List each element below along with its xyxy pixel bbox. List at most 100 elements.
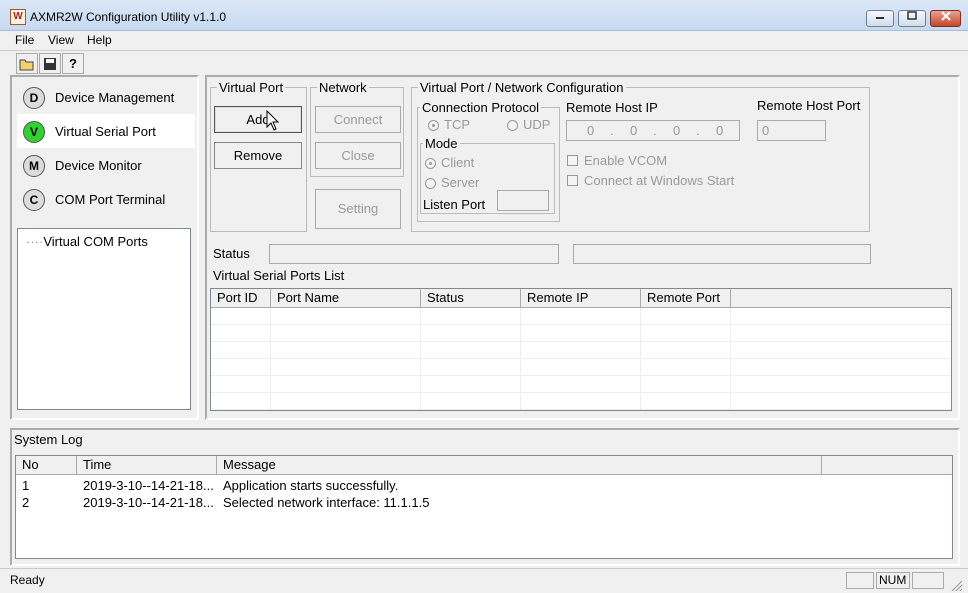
virtual-serial-port-panel: Virtual Port Add Remove Network Connect … bbox=[205, 75, 960, 420]
help-icon: ? bbox=[69, 56, 77, 71]
status-detail-field bbox=[573, 244, 871, 264]
menu-view[interactable]: View bbox=[48, 33, 74, 47]
col-no[interactable]: No bbox=[16, 456, 77, 475]
save-icon bbox=[44, 58, 56, 70]
log-no: 1 bbox=[22, 478, 30, 493]
status-pane-caps bbox=[846, 572, 874, 589]
log-message: Selected network interface: 11.1.1.5 bbox=[223, 495, 430, 510]
setting-button[interactable]: Setting bbox=[315, 189, 401, 229]
udp-label: UDP bbox=[523, 117, 551, 132]
virtual-port-legend: Virtual Port bbox=[219, 80, 284, 95]
client-label: Client bbox=[441, 155, 475, 170]
status-field bbox=[269, 244, 559, 264]
network-legend: Network bbox=[319, 80, 367, 95]
system-log-header: No Time Message bbox=[16, 456, 952, 475]
tree-item-label: Virtual COM Ports bbox=[43, 234, 148, 249]
nav-label: Virtual Serial Port bbox=[55, 124, 156, 139]
remote-host-port-input[interactable]: 0 bbox=[757, 120, 826, 141]
remote-host-ip-input[interactable]: 0 . 0 . 0 . 0 bbox=[566, 120, 740, 141]
remove-button[interactable]: Remove bbox=[214, 142, 302, 169]
maximize-icon bbox=[907, 11, 917, 20]
log-time: 2019-3-10--14-21-18... bbox=[83, 495, 214, 510]
app-icon: W bbox=[10, 9, 26, 25]
server-radio[interactable] bbox=[425, 178, 436, 189]
help-button[interactable]: ? bbox=[62, 53, 84, 74]
nav-label: Device Management bbox=[55, 90, 175, 105]
configuration-legend: Virtual Port / Network Configuration bbox=[420, 80, 624, 95]
tree-item-virtual-com-ports[interactable]: ····Virtual COM Ports bbox=[26, 234, 148, 249]
status-pane-scroll bbox=[912, 572, 944, 589]
com-port-terminal-icon: C bbox=[23, 189, 45, 211]
udp-radio[interactable] bbox=[507, 120, 518, 131]
menu-file[interactable]: File bbox=[15, 33, 34, 47]
system-log-list[interactable]: No Time Message 1 2019-3-10--14-21-18...… bbox=[15, 455, 953, 559]
nav-com-port-terminal[interactable]: C COM Port Terminal bbox=[17, 182, 195, 216]
open-folder-icon bbox=[19, 59, 34, 71]
status-label: Status bbox=[213, 246, 250, 261]
minimize-icon bbox=[876, 17, 884, 19]
ports-list-title: Virtual Serial Ports List bbox=[213, 268, 345, 283]
save-button[interactable] bbox=[39, 53, 61, 74]
ip-octet-3: 0 bbox=[673, 123, 681, 138]
enable-vcom-label: Enable VCOM bbox=[584, 153, 668, 168]
title-bar: W AXMR2W Configuration Utility v1.1.0 bbox=[0, 0, 968, 31]
ip-octet-4: 0 bbox=[716, 123, 724, 138]
left-navigation-panel: D Device Management V Virtual Serial Por… bbox=[10, 75, 199, 420]
device-monitor-icon: M bbox=[23, 155, 45, 177]
status-pane-num: NUM bbox=[876, 572, 910, 589]
menu-bar: File View Help bbox=[0, 31, 968, 50]
tcp-radio[interactable] bbox=[428, 120, 439, 131]
remote-host-port-label: Remote Host Port bbox=[757, 98, 861, 113]
open-button[interactable] bbox=[16, 53, 38, 74]
col-message[interactable]: Message bbox=[217, 456, 822, 475]
virtual-serial-ports-list[interactable]: Port ID Port Name Status Remote IP Remot… bbox=[210, 288, 952, 411]
status-bar-text: Ready bbox=[10, 573, 45, 587]
tcp-label: TCP bbox=[444, 117, 470, 132]
close-button[interactable]: Close bbox=[315, 142, 401, 169]
status-bar: Ready NUM bbox=[0, 568, 968, 593]
close-icon bbox=[940, 11, 951, 21]
log-no: 2 bbox=[22, 495, 30, 510]
listen-port-label: Listen Port bbox=[423, 197, 486, 212]
nav-device-management[interactable]: D Device Management bbox=[17, 80, 195, 114]
add-button[interactable]: Add bbox=[214, 106, 302, 133]
remote-host-ip-label: Remote Host IP bbox=[566, 100, 658, 115]
device-management-icon: D bbox=[23, 87, 45, 109]
col-status[interactable]: Status bbox=[421, 289, 521, 308]
connect-at-start-label: Connect at Windows Start bbox=[584, 173, 735, 188]
system-log-panel: System Log No Time Message 1 2019-3-10--… bbox=[10, 428, 960, 566]
server-label: Server bbox=[441, 175, 480, 190]
minimize-button[interactable] bbox=[866, 10, 894, 27]
ip-octet-1: 0 bbox=[587, 123, 595, 138]
maximize-button[interactable] bbox=[898, 10, 926, 27]
resize-grip-icon[interactable] bbox=[950, 579, 964, 591]
close-window-button[interactable] bbox=[930, 10, 961, 27]
log-time: 2019-3-10--14-21-18... bbox=[83, 478, 214, 493]
virtual-com-tree[interactable]: ····Virtual COM Ports bbox=[17, 228, 191, 410]
nav-label: Device Monitor bbox=[55, 158, 142, 173]
listen-port-input[interactable] bbox=[497, 190, 549, 211]
enable-vcom-checkbox[interactable] bbox=[567, 155, 578, 166]
menu-help[interactable]: Help bbox=[87, 33, 112, 47]
window-title: AXMR2W Configuration Utility v1.1.0 bbox=[30, 10, 227, 24]
connect-button[interactable]: Connect bbox=[315, 106, 401, 133]
nav-virtual-serial-port[interactable]: V Virtual Serial Port bbox=[17, 114, 195, 148]
ports-list-header: Port ID Port Name Status Remote IP Remot… bbox=[211, 289, 951, 308]
col-remote-ip[interactable]: Remote IP bbox=[521, 289, 641, 308]
col-port-id[interactable]: Port ID bbox=[211, 289, 271, 308]
log-message: Application starts successfully. bbox=[223, 478, 399, 493]
system-log-title: System Log bbox=[14, 432, 83, 447]
nav-device-monitor[interactable]: M Device Monitor bbox=[17, 148, 195, 182]
col-time[interactable]: Time bbox=[77, 456, 217, 475]
col-port-name[interactable]: Port Name bbox=[271, 289, 421, 308]
col-remote-port[interactable]: Remote Port bbox=[641, 289, 731, 308]
toolbar: ? bbox=[0, 50, 968, 74]
nav-label: COM Port Terminal bbox=[55, 192, 166, 207]
client-radio[interactable] bbox=[425, 158, 436, 169]
virtual-serial-port-icon: V bbox=[23, 121, 45, 143]
protocol-legend: Connection Protocol bbox=[422, 100, 540, 115]
ip-octet-2: 0 bbox=[630, 123, 638, 138]
mouse-cursor-icon bbox=[266, 110, 280, 131]
mode-legend: Mode bbox=[425, 136, 458, 151]
connect-at-start-checkbox[interactable] bbox=[567, 175, 578, 186]
